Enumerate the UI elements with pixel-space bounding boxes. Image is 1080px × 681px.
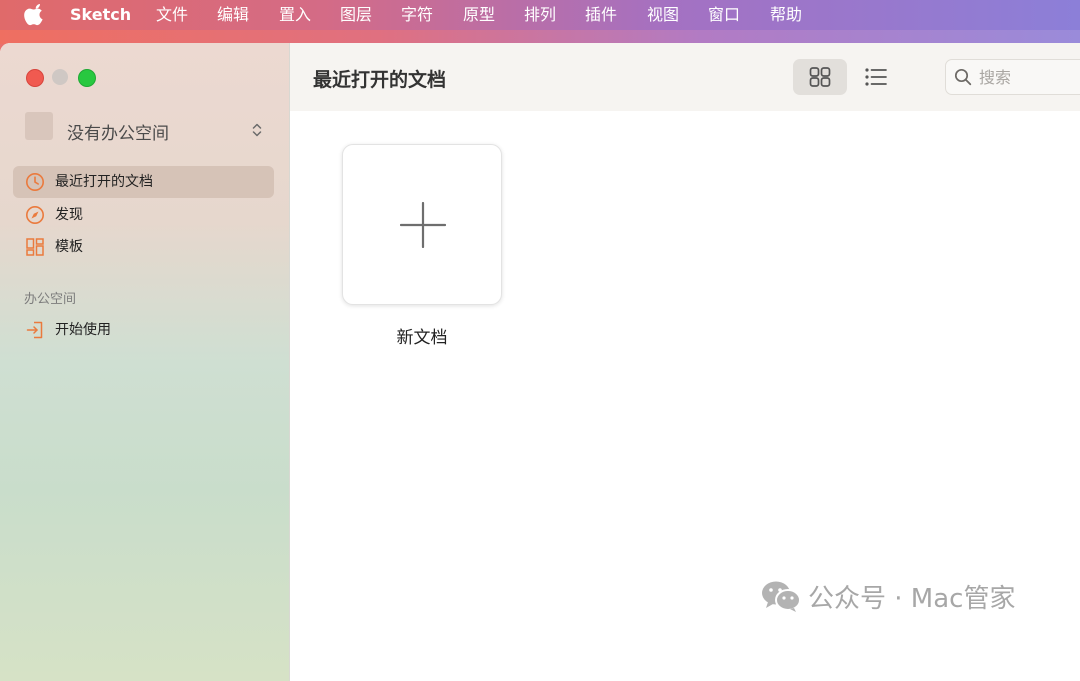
- sign-in-icon: [26, 321, 43, 339]
- sidebar: 没有办公空间 最近打开的文档 发现 模板 办公空间 开始使用: [0, 43, 290, 681]
- watermark-text: 公众号 · Mac管家: [808, 583, 1016, 614]
- menu-app-name[interactable]: Sketch: [70, 5, 131, 25]
- menu-help[interactable]: 帮助: [770, 5, 802, 25]
- chevron-up-down-icon[interactable]: [251, 122, 263, 138]
- toolbar: 最近打开的文档: [290, 43, 1080, 111]
- sidebar-item-get-started[interactable]: 开始使用: [13, 314, 274, 346]
- sidebar-item-label: 发现: [55, 207, 83, 223]
- list-view-button[interactable]: [856, 59, 896, 95]
- menu-prototype[interactable]: 原型: [463, 5, 495, 25]
- close-window-button[interactable]: [26, 69, 44, 87]
- menu-window[interactable]: 窗口: [708, 5, 740, 25]
- menu-insert[interactable]: 置入: [279, 5, 311, 25]
- plus-icon: [400, 202, 446, 248]
- apple-logo-icon[interactable]: [24, 4, 46, 26]
- grid-view-icon: [809, 67, 831, 87]
- sidebar-item-label: 开始使用: [55, 322, 111, 338]
- sidebar-item-label: 模板: [55, 239, 83, 255]
- wechat-icon: [762, 581, 801, 612]
- search-field[interactable]: [945, 59, 1080, 95]
- sidebar-item-recent[interactable]: 最近打开的文档: [13, 166, 274, 198]
- menu-file[interactable]: 文件: [156, 5, 188, 25]
- sidebar-item-discover[interactable]: 发现: [13, 199, 274, 231]
- page-title: 最近打开的文档: [313, 69, 447, 91]
- new-document-card[interactable]: [342, 144, 502, 305]
- clock-icon: [26, 173, 44, 191]
- compass-icon: [26, 206, 44, 224]
- menu-layer[interactable]: 图层: [340, 5, 372, 25]
- list-view-icon: [865, 68, 887, 86]
- zoom-window-button[interactable]: [78, 69, 96, 87]
- menu-edit[interactable]: 编辑: [217, 5, 249, 25]
- watermark: 公众号 · Mac管家: [760, 578, 1015, 614]
- menu-text[interactable]: 字符: [401, 5, 433, 25]
- grid-view-button[interactable]: [793, 59, 847, 95]
- menu-plugins[interactable]: 插件: [585, 5, 617, 25]
- workspace-section-header: 办公空间: [24, 292, 77, 307]
- new-document-label[interactable]: 新文档: [342, 323, 502, 348]
- menu-arrange[interactable]: 排列: [524, 5, 556, 25]
- sidebar-item-label: 最近打开的文档: [55, 174, 153, 190]
- search-input[interactable]: [979, 60, 1079, 94]
- minimize-window-button[interactable]: [52, 69, 68, 85]
- desktop-wallpaper-strip: [0, 30, 1080, 44]
- search-icon: [954, 68, 972, 86]
- menu-view[interactable]: 视图: [647, 5, 679, 25]
- workspace-switcher-label[interactable]: 没有办公空间: [67, 119, 169, 144]
- menu-bar: Sketch 文件 编辑 置入 图层 字符 原型 排列 插件 视图 窗口 帮助: [0, 0, 1080, 30]
- templates-icon: [26, 238, 44, 256]
- workspace-avatar[interactable]: [25, 112, 53, 140]
- sidebar-item-templates[interactable]: 模板: [13, 231, 274, 263]
